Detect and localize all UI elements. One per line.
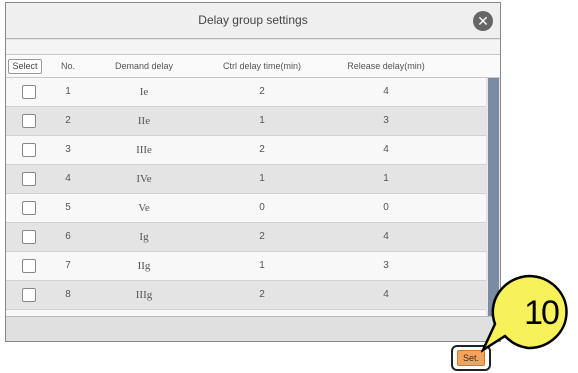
row-checkbox[interactable] [22, 85, 36, 99]
dialog-footer [6, 316, 500, 341]
row-checkbox[interactable] [22, 259, 36, 273]
callout-number: 10 [524, 294, 560, 332]
row-no: 8 [65, 289, 71, 300]
row-ctrl-delay: 1 [259, 260, 265, 271]
row-checkbox[interactable] [22, 114, 36, 128]
row-ctrl-delay: 2 [259, 289, 265, 300]
row-no: 3 [65, 144, 71, 155]
table-row[interactable]: 7 IIg 1 3 [6, 252, 486, 281]
row-demand-delay: IVe [136, 173, 152, 185]
row-no: 2 [65, 115, 71, 126]
table-row[interactable]: 1 Ie 2 4 [6, 78, 486, 107]
title-bar: Delay group settings ✕ [6, 3, 500, 39]
row-demand-delay: IIIg [135, 289, 153, 301]
column-header-demand-delay: Demand delay [114, 61, 174, 71]
row-ctrl-delay: 1 [259, 173, 265, 184]
row-demand-delay: IIIe [136, 144, 152, 156]
row-ctrl-delay: 1 [259, 115, 265, 126]
row-release-delay: 3 [383, 115, 389, 126]
row-ctrl-delay: 2 [259, 231, 265, 242]
row-release-delay: 1 [383, 173, 389, 184]
table-row[interactable]: 6 Ig 2 4 [6, 223, 486, 252]
row-release-delay: 0 [383, 202, 389, 213]
table-row[interactable]: 3 IIIe 2 4 [6, 136, 486, 165]
row-release-delay: 4 [383, 289, 389, 300]
table-header: Select No. Demand delay Ctrl delay time(… [6, 54, 500, 78]
row-ctrl-delay: 2 [259, 144, 265, 155]
row-release-delay: 3 [383, 260, 389, 271]
row-no: 5 [65, 202, 71, 213]
delay-group-settings-dialog: Delay group settings ✕ Select No. Demand… [5, 2, 501, 342]
row-no: 6 [65, 231, 71, 242]
column-header-no: No. [60, 61, 75, 71]
row-demand-delay: IIg [137, 260, 151, 272]
row-demand-delay: Ig [139, 231, 149, 243]
row-ctrl-delay: 0 [259, 202, 265, 213]
table-row[interactable]: 8 IIIg 2 4 [6, 281, 486, 310]
row-checkbox[interactable] [22, 230, 36, 244]
row-no: 1 [65, 86, 71, 97]
column-header-release-delay: Release delay(min) [347, 61, 425, 71]
select-button[interactable]: Select [8, 59, 42, 74]
dialog-title: Delay group settings [198, 13, 308, 27]
row-demand-delay: Ie [139, 86, 149, 98]
row-release-delay: 4 [383, 86, 389, 97]
row-demand-delay: IIe [137, 115, 151, 127]
column-header-ctrl-delay: Ctrl delay time(min) [222, 61, 301, 71]
row-checkbox[interactable] [22, 172, 36, 186]
table-row[interactable]: 5 Ve 0 0 [6, 194, 486, 223]
row-no: 7 [65, 260, 71, 271]
row-release-delay: 4 [383, 231, 389, 242]
table-row[interactable]: 4 IVe 1 1 [6, 165, 486, 194]
row-ctrl-delay: 2 [259, 86, 265, 97]
row-checkbox[interactable] [22, 288, 36, 302]
table-body: 1 Ie 2 4 2 IIe 1 3 3 IIIe 2 4 4 IVe 1 1 5 Ve 0 0 6 Ig 2 4 7 IIg 1 3… [6, 78, 486, 339]
row-release-delay: 4 [383, 144, 389, 155]
row-no: 4 [65, 173, 71, 184]
toolbar-area [6, 40, 500, 54]
row-checkbox[interactable] [22, 201, 36, 215]
row-demand-delay: Ve [138, 202, 150, 214]
table-row[interactable]: 2 IIe 1 3 [6, 107, 486, 136]
close-icon[interactable]: ✕ [473, 11, 493, 31]
row-checkbox[interactable] [22, 143, 36, 157]
